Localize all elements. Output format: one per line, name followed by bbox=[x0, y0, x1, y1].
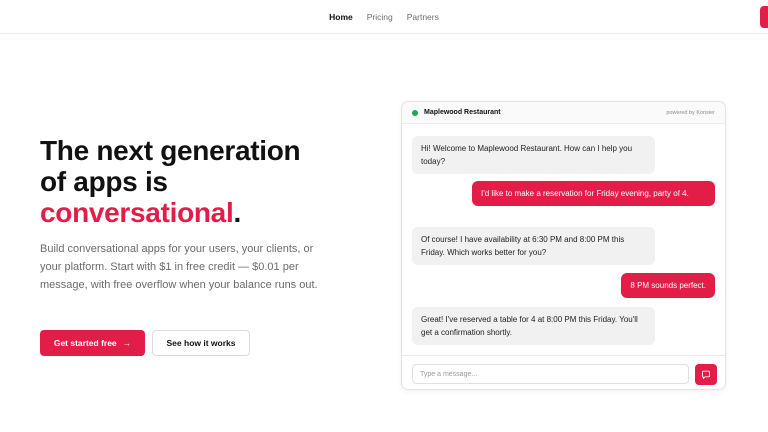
hero-subtitle: Build conversational apps for your users… bbox=[40, 243, 318, 291]
chat-business-name: Maplewood Restaurant bbox=[424, 109, 501, 116]
get-started-label: Get started free bbox=[53, 338, 117, 348]
hero-title: The next generation of apps is conversat… bbox=[40, 135, 360, 228]
chat-message-user: I'd like to make a reservation for Frida… bbox=[472, 181, 715, 206]
powered-by-label: powered by Konsier bbox=[666, 109, 715, 116]
nav-link-home[interactable]: Home bbox=[329, 12, 353, 22]
chat-widget: Maplewood Restaurant powered by Konsier … bbox=[401, 101, 726, 390]
chat-message-input[interactable] bbox=[412, 364, 689, 384]
hero-title-line1: The next generation bbox=[40, 135, 301, 166]
see-how-it-works-button[interactable]: See how it works bbox=[152, 330, 250, 356]
chat-message-bot: Great! I've reserved a table for 4 at 8:… bbox=[412, 307, 655, 345]
send-message-button[interactable] bbox=[695, 364, 717, 385]
hero-title-accent: conversational bbox=[40, 197, 234, 228]
get-started-button[interactable]: Get started free → bbox=[40, 330, 145, 356]
send-message-icon bbox=[702, 370, 710, 379]
nav-cta-button[interactable] bbox=[760, 6, 768, 28]
online-status-icon bbox=[412, 109, 418, 116]
arrow-right-icon: → bbox=[122, 338, 132, 348]
chat-footer bbox=[402, 355, 725, 389]
chat-message-user: 8 PM sounds perfect. bbox=[621, 273, 715, 298]
see-how-it-works-label: See how it works bbox=[166, 338, 236, 348]
nav-link-pricing[interactable]: Pricing bbox=[367, 12, 393, 22]
hero-title-line2: of apps is bbox=[40, 166, 168, 197]
nav-links: Home Pricing Partners bbox=[0, 0, 768, 34]
nav-link-partners[interactable]: Partners bbox=[407, 12, 439, 22]
chat-message-bot: Hi! Welcome to Maplewood Restaurant. How… bbox=[412, 136, 655, 174]
top-nav: Home Pricing Partners bbox=[0, 0, 768, 34]
chat-header: Maplewood Restaurant powered by Konsier bbox=[402, 102, 725, 124]
chat-message-bot: Of course! I have availability at 6:30 P… bbox=[412, 227, 655, 265]
hero-title-period: . bbox=[233, 197, 241, 228]
